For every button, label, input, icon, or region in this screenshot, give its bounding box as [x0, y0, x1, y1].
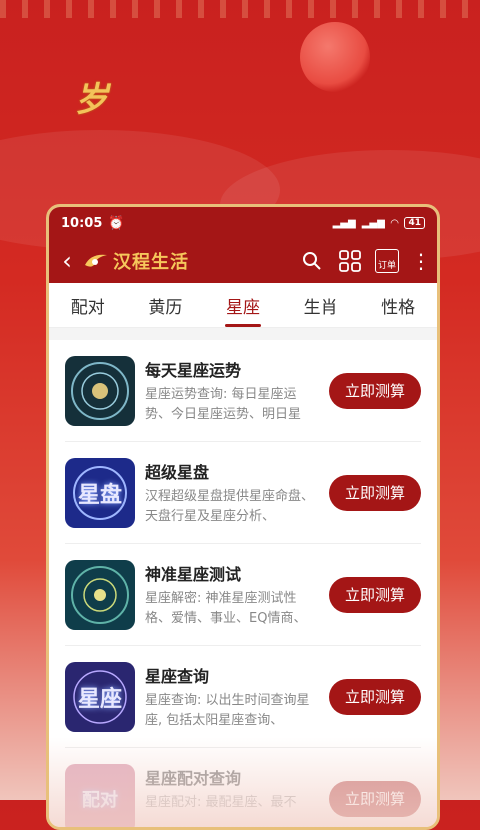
- category-tabs: 配对 黄历 星座 生肖 性格: [49, 283, 437, 328]
- calculate-button[interactable]: 立即测算: [329, 781, 421, 817]
- tab-shengxiao[interactable]: 生肖: [282, 283, 360, 327]
- service-list: 每天星座运势 星座运势查询: 每日星座运势、今日星座运势、明日星 立即测算 星盘…: [49, 340, 437, 830]
- app-bar: ‹ 汉程生活 订单 ⋮: [49, 239, 437, 283]
- zodiac-match-thumbnail: 配对: [65, 764, 135, 830]
- item-title: 星座查询: [145, 663, 321, 687]
- list-item[interactable]: 神准星座测试 星座解密: 神准星座测试性格、爱情、事业、EQ情商、 立即测算: [65, 544, 421, 646]
- more-icon[interactable]: ⋮: [411, 251, 431, 271]
- calculate-button[interactable]: 立即测算: [329, 373, 421, 409]
- item-description: 星座查询: 以出生时间查询星座, 包括太阳星座查询、: [145, 691, 321, 731]
- back-icon[interactable]: ‹: [55, 247, 79, 275]
- star-chart-thumbnail: 星盘: [65, 458, 135, 528]
- item-title: 神准星座测试: [145, 561, 321, 585]
- status-time: 10:05: [61, 216, 102, 231]
- zodiac-test-thumbnail: [65, 560, 135, 630]
- item-title: 超级星盘: [145, 459, 321, 483]
- wifi-icon: ◠: [391, 218, 399, 229]
- brand-name: 汉程生活: [113, 248, 189, 274]
- brand-logo: 汉程生活: [83, 248, 189, 274]
- list-item[interactable]: 每天星座运势 星座运势查询: 每日星座运势、今日星座运势、明日星 立即测算: [65, 340, 421, 442]
- status-bar: 10:05 ⏰ ▂▄▆ ▂▄▆ ◠ 41: [49, 207, 437, 239]
- tab-xingge[interactable]: 性格: [359, 283, 437, 327]
- item-description: 星座解密: 神准星座测试性格、爱情、事业、EQ情商、: [145, 589, 321, 629]
- signal-icon-2: ▂▄▆: [362, 218, 385, 229]
- background-pattern: [0, 0, 480, 18]
- tab-huangli[interactable]: 黄历: [127, 283, 205, 327]
- calculate-button[interactable]: 立即测算: [329, 475, 421, 511]
- list-item[interactable]: 星盘 超级星盘 汉程超级星盘提供星座命盘、天盘行星及星座分析、 立即测算: [65, 442, 421, 544]
- item-title: 星座配对查询: [145, 765, 321, 789]
- calculate-button[interactable]: 立即测算: [329, 577, 421, 613]
- battery-icon: 41: [404, 217, 425, 229]
- list-item[interactable]: 配对 星座配对查询 星座配对: 最配星座、最不 立即测算: [65, 748, 421, 830]
- tab-peidui[interactable]: 配对: [49, 283, 127, 327]
- alarm-icon: ⏰: [108, 216, 124, 231]
- item-description: 星座运势查询: 每日星座运势、今日星座运势、明日星: [145, 385, 321, 425]
- thumbnail-text: 星盘: [78, 477, 122, 509]
- thumbnail-text: 星座: [78, 681, 122, 713]
- zodiac-wheel-thumbnail: [65, 356, 135, 426]
- phone-frame: 10:05 ⏰ ▂▄▆ ▂▄▆ ◠ 41 ‹ 汉程生活: [46, 204, 440, 830]
- tab-xingzuo[interactable]: 星座: [204, 283, 282, 327]
- item-description: 汉程超级星盘提供星座命盘、天盘行星及星座分析、: [145, 487, 321, 527]
- grid-menu-icon[interactable]: [337, 248, 363, 274]
- moon-decoration: [300, 22, 370, 92]
- thumbnail-text: 配对: [82, 786, 118, 812]
- search-icon[interactable]: [299, 248, 325, 274]
- item-description: 星座配对: 最配星座、最不: [145, 793, 321, 830]
- zodiac-query-thumbnail: 星座: [65, 662, 135, 732]
- order-button[interactable]: 订单: [375, 249, 399, 273]
- item-title: 每天星座运势: [145, 357, 321, 381]
- calculate-button[interactable]: 立即测算: [329, 679, 421, 715]
- list-item[interactable]: 星座 星座查询 星座查询: 以出生时间查询星座, 包括太阳星座查询、 立即测算: [65, 646, 421, 748]
- decorative-logo: 岁: [73, 72, 113, 121]
- brand-mark-icon: [83, 251, 109, 271]
- signal-icon: ▂▄▆: [333, 218, 356, 229]
- section-divider: [49, 328, 437, 340]
